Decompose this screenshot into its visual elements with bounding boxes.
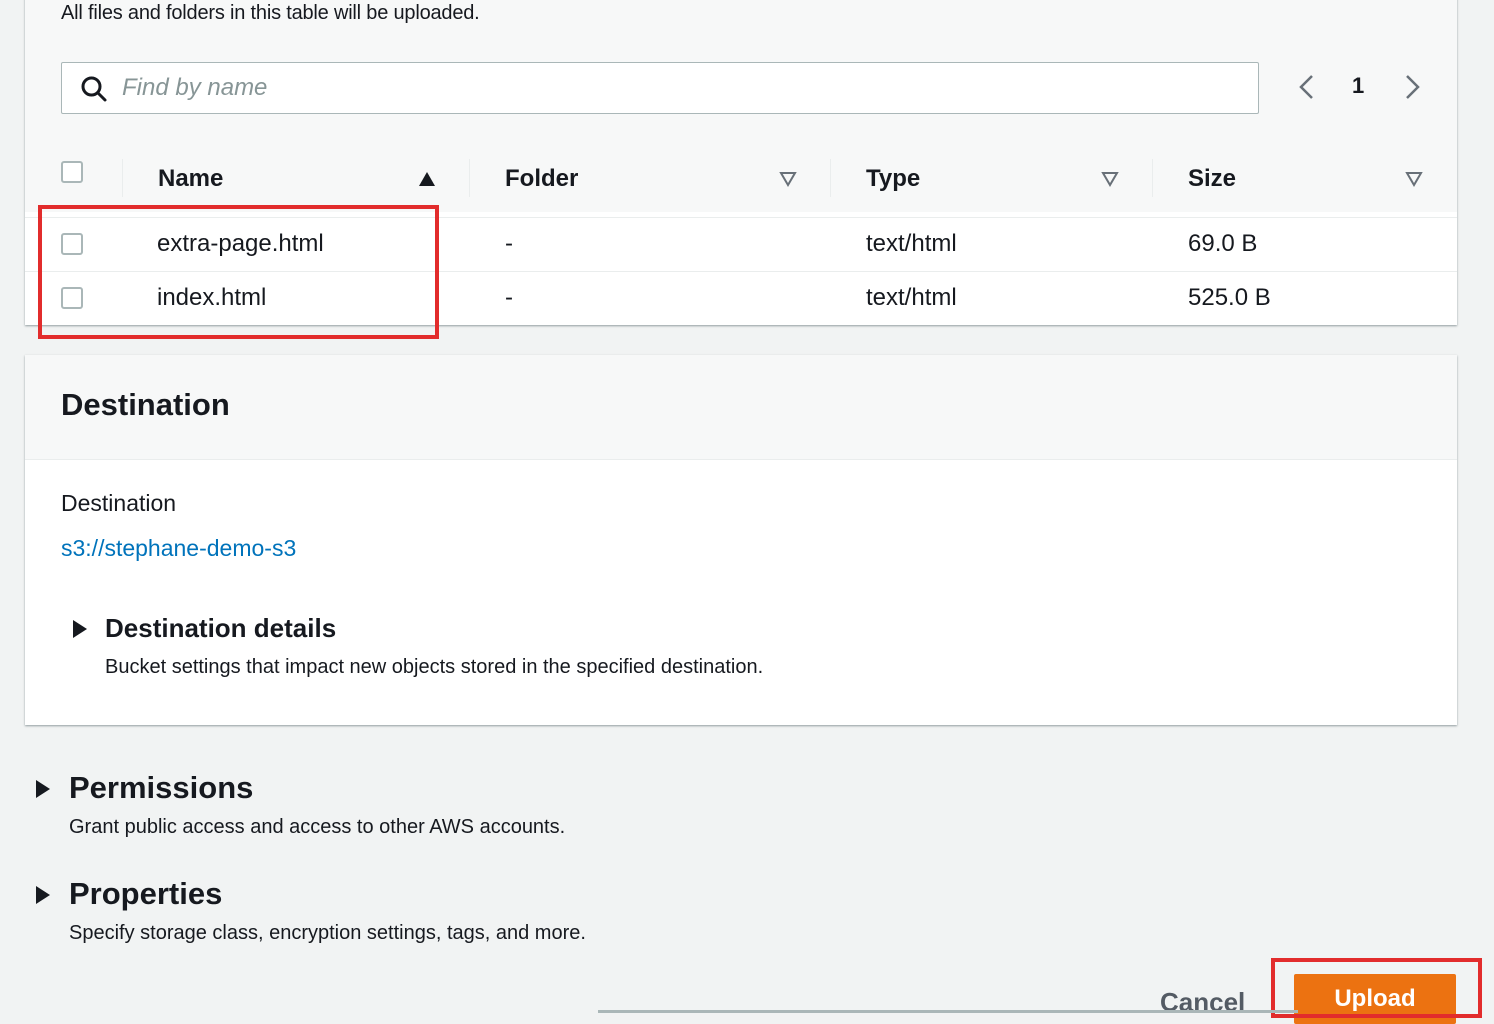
- sort-descending-icon[interactable]: [1405, 171, 1423, 187]
- search-box[interactable]: [61, 62, 1259, 114]
- destination-details-desc: Bucket settings that impact new objects …: [105, 656, 764, 678]
- column-header-size[interactable]: Size: [1188, 165, 1236, 193]
- column-header-name[interactable]: Name: [158, 165, 223, 193]
- footer-divider: [598, 1010, 1298, 1013]
- column-divider: [122, 159, 123, 197]
- destination-header: Destination: [25, 355, 1457, 460]
- file-size: 525.0 B: [1188, 284, 1271, 311]
- search-icon: [81, 76, 107, 102]
- destination-card: Destination Destination s3://stephane-de…: [25, 355, 1457, 725]
- destination-details-expander[interactable]: Destination details: [71, 613, 391, 647]
- table-column-headers: Name Folder Type Size: [25, 145, 1457, 212]
- destination-details-title: Destination details: [105, 613, 337, 643]
- sort-descending-icon[interactable]: [1101, 171, 1119, 187]
- sort-descending-icon[interactable]: [779, 171, 797, 187]
- properties-desc: Specify storage class, encryption settin…: [69, 922, 586, 944]
- destination-bucket-link[interactable]: s3://stephane-demo-s3: [61, 535, 296, 562]
- destination-title: Destination: [61, 387, 230, 422]
- destination-label: Destination: [61, 490, 177, 516]
- file-type: text/html: [866, 230, 957, 257]
- column-header-type[interactable]: Type: [866, 165, 920, 193]
- properties-title: Properties: [69, 876, 223, 911]
- column-header-folder[interactable]: Folder: [505, 165, 578, 193]
- file-size: 69.0 B: [1188, 230, 1258, 257]
- permissions-expander[interactable]: Permissions: [36, 770, 276, 808]
- sort-ascending-icon[interactable]: [418, 171, 436, 187]
- chevron-right-icon[interactable]: [1400, 73, 1424, 101]
- upload-button-highlight: [1271, 958, 1482, 1018]
- current-page-number[interactable]: 1: [1352, 73, 1364, 99]
- files-table-header: All files and folders in this table will…: [25, 0, 1457, 212]
- column-divider: [469, 159, 470, 197]
- file-names-highlight: [38, 205, 439, 339]
- file-type: text/html: [866, 284, 957, 311]
- caret-right-icon: [36, 886, 50, 904]
- upload-note: All files and folders in this table will…: [61, 2, 480, 24]
- file-folder: -: [505, 230, 513, 257]
- column-divider: [830, 159, 831, 197]
- cancel-button[interactable]: Cancel: [1140, 980, 1265, 1024]
- file-folder: -: [505, 284, 513, 311]
- pagination: 1: [1290, 65, 1440, 109]
- chevron-left-icon[interactable]: [1295, 73, 1319, 101]
- caret-right-icon: [36, 780, 50, 798]
- select-all-checkbox[interactable]: [61, 161, 83, 183]
- permissions-title: Permissions: [69, 770, 254, 805]
- properties-expander[interactable]: Properties: [36, 876, 256, 914]
- column-divider: [1152, 159, 1153, 197]
- caret-right-icon: [73, 620, 87, 638]
- permissions-desc: Grant public access and access to other …: [69, 816, 566, 838]
- search-input[interactable]: [122, 63, 1222, 113]
